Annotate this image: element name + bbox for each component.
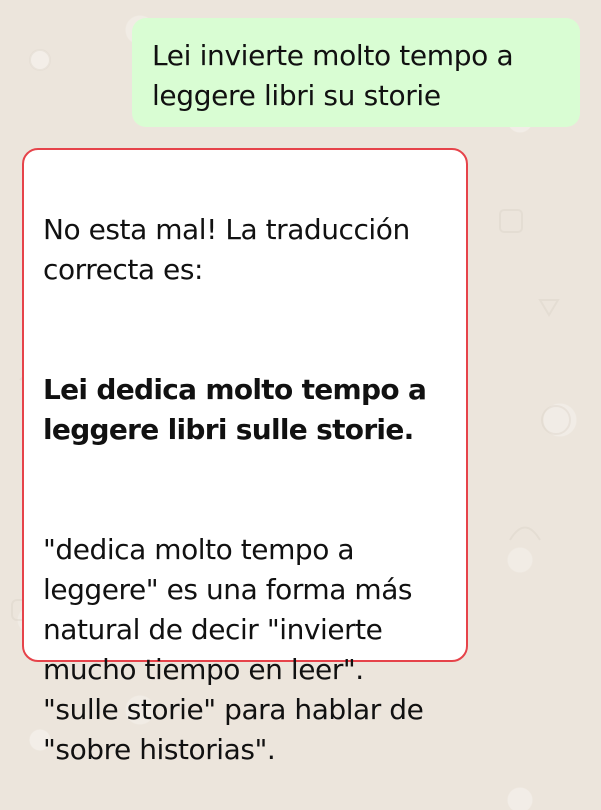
chat-thread: Lei invierte molto tempo a leggere libri… [0, 0, 601, 766]
chat-screen: { "chat": { "messages": [ { "direction":… [0, 0, 601, 766]
outgoing-message-bubble[interactable]: Lei invierte molto tempo a leggere libri… [132, 18, 580, 127]
correct-translation-text: Lei dedica molto tempo a leggere libri s… [43, 373, 427, 446]
incoming-message-bubble[interactable]: No esta mal! La traducción correcta es: … [22, 148, 468, 766]
explanation-text: "dedica molto tempo a leggere" es una fo… [43, 533, 424, 766]
feedback-intro-text: No esta mal! La traducción correcta es: [43, 213, 410, 286]
